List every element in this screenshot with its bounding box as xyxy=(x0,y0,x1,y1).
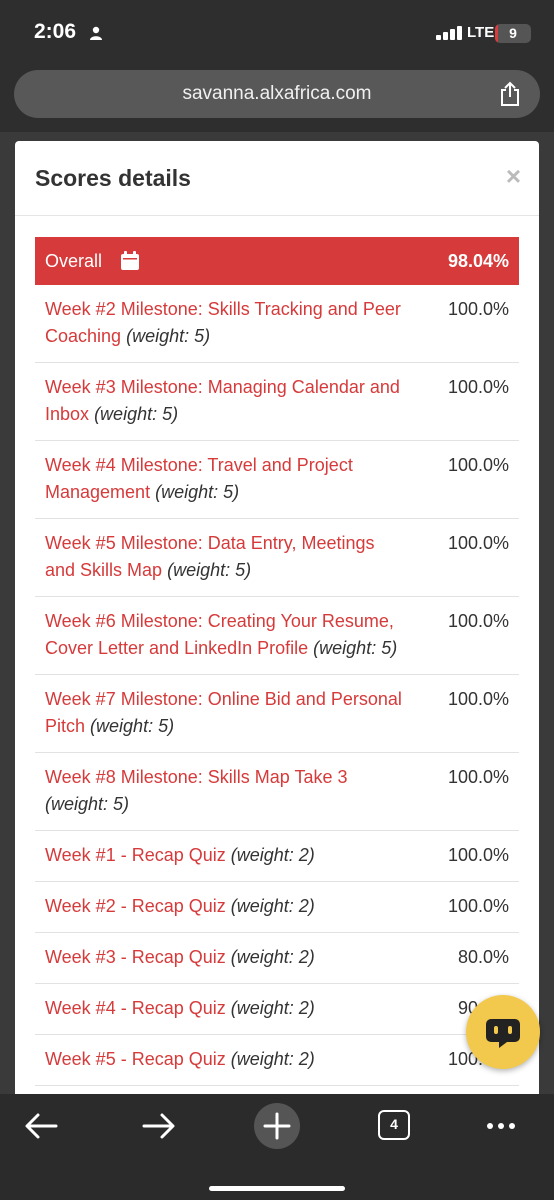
battery-icon: 9 xyxy=(495,24,531,43)
battery-level: 9 xyxy=(509,25,517,41)
score-item-weight: (weight: 2) xyxy=(230,998,315,1018)
close-icon[interactable]: × xyxy=(506,161,521,192)
back-arrow-icon[interactable] xyxy=(20,1104,64,1148)
modal-title: Scores details xyxy=(35,165,191,191)
score-item-weight: (weight: 5) xyxy=(126,326,211,346)
score-item-value: 100.0% xyxy=(447,896,509,916)
more-icon[interactable] xyxy=(482,1104,526,1148)
overall-score: 98.04% xyxy=(447,251,509,271)
score-item-link[interactable]: Week #3 - Recap Quiz xyxy=(45,947,226,967)
signal-icon xyxy=(436,26,462,40)
score-item-link[interactable]: Week #2 - Recap Quiz xyxy=(45,896,226,916)
address-bar[interactable]: savanna.alxafrica.com xyxy=(14,70,540,118)
chat-icon xyxy=(486,1019,520,1048)
score-item-weight: (weight: 2) xyxy=(230,896,315,916)
score-item-value: 100.0% xyxy=(447,845,509,865)
scores-table: Overall 98.04% Week #2 Milestone: Skills… xyxy=(35,237,519,1094)
score-item-link[interactable]: Week #2 Milestone: Skills Tracking and P… xyxy=(45,299,401,346)
network-label: LTE xyxy=(467,24,495,41)
score-item-weight: (weight: 2) xyxy=(230,947,315,967)
score-row: Week #6 Milestone: Creating Your Resume,… xyxy=(35,597,519,675)
url-text[interactable]: savanna.alxafrica.com xyxy=(14,70,540,118)
score-row: Week #8 Milestone: Skills Map Take 3 (we… xyxy=(35,753,519,831)
score-row: Week #4 Milestone: Travel and Project Ma… xyxy=(35,441,519,519)
score-item-value: 100.0% xyxy=(447,689,509,709)
score-row: Week #1 - Recap Quiz (weight: 2) 100.0% xyxy=(35,831,519,882)
score-item-value: 100.0% xyxy=(447,533,509,553)
score-item-weight: (weight: 2) xyxy=(230,845,315,865)
forward-arrow-icon[interactable] xyxy=(136,1104,180,1148)
score-item-value: 100.0% xyxy=(447,299,509,319)
score-item-weight: (weight: 5) xyxy=(313,638,398,658)
new-tab-icon[interactable] xyxy=(253,1102,301,1150)
tab-count-button[interactable]: 4 xyxy=(378,1110,410,1140)
score-item-weight: (weight: 2) xyxy=(230,1049,315,1069)
chat-button[interactable] xyxy=(466,995,540,1069)
score-item-value: 100.0% xyxy=(447,767,509,787)
score-item-value: 100.0% xyxy=(447,377,509,397)
share-icon[interactable] xyxy=(498,81,522,107)
score-item-link[interactable]: Week #5 - Recap Quiz xyxy=(45,1049,226,1069)
score-row: Week #3 - Recap Quiz (weight: 2) 80.0% xyxy=(35,933,519,984)
calendar-icon[interactable] xyxy=(121,251,139,270)
score-item-weight: (weight: 5) xyxy=(45,794,130,814)
score-row: Week #2 Milestone: Skills Tracking and P… xyxy=(35,285,519,363)
modal-header: Scores details × xyxy=(15,141,539,216)
score-row: Week #5 - Recap Quiz (weight: 2)100.0% xyxy=(35,1035,519,1086)
score-item-value: 80.0% xyxy=(457,947,509,967)
score-item-link[interactable]: Week #4 - Recap Quiz xyxy=(45,998,226,1018)
score-item-value: 100.0% xyxy=(447,611,509,631)
score-row: Week #7 Milestone: Online Bid and Person… xyxy=(35,675,519,753)
overall-label: Overall xyxy=(45,251,103,271)
score-item-weight: (weight: 5) xyxy=(167,560,252,580)
score-item-link[interactable]: Week #8 Milestone: Skills Map Take 3 xyxy=(45,767,347,787)
clock: 2:06 xyxy=(34,20,77,43)
score-item-value: 100.0% xyxy=(447,455,509,475)
score-row: Week #6 - Recap Quiz (weight: 2)100.0% xyxy=(35,1086,519,1094)
home-indicator xyxy=(209,1186,345,1191)
scores-modal: Scores details × Overall 98.04% Week #2 … xyxy=(15,141,539,1094)
score-row: Week #2 - Recap Quiz (weight: 2) 100.0% xyxy=(35,882,519,933)
score-item-weight: (weight: 5) xyxy=(94,404,179,424)
score-item-weight: (weight: 5) xyxy=(155,482,240,502)
status-bar: 2:06 LTE 9 xyxy=(0,0,554,64)
score-row: Week #5 Milestone: Data Entry, Meetings … xyxy=(35,519,519,597)
score-row: Week #3 Milestone: Managing Calendar and… xyxy=(35,363,519,441)
overall-row: Overall 98.04% xyxy=(35,237,519,285)
score-item-weight: (weight: 5) xyxy=(90,716,175,736)
score-row: Week #4 - Recap Quiz (weight: 2)90.0% xyxy=(35,984,519,1035)
score-item-link[interactable]: Week #1 - Recap Quiz xyxy=(45,845,226,865)
person-icon xyxy=(90,26,102,40)
